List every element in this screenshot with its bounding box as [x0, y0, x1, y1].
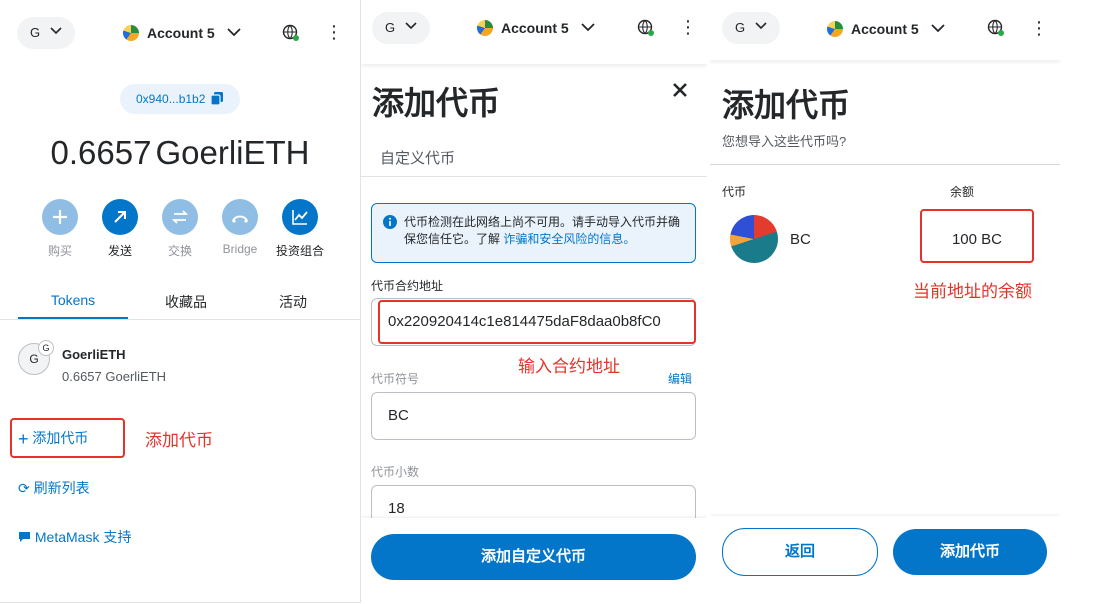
add-token-link[interactable]: + 添加代币	[18, 428, 88, 448]
more-menu-icon[interactable]: ⋮	[1030, 19, 1048, 37]
page-title: 添加代币	[722, 87, 851, 123]
token-decimals-value: 18	[388, 500, 405, 517]
token-name: GoerliETH	[62, 347, 126, 362]
support-link[interactable]: MetaMask 支持	[18, 527, 131, 547]
close-icon[interactable]	[672, 82, 688, 98]
annotation-box	[378, 300, 696, 344]
token-symbol-input[interactable]: BC	[371, 392, 696, 440]
top-bar: G Account 5 ⋮	[361, 0, 707, 64]
chevron-down-icon	[227, 28, 241, 37]
chevron-down-icon	[581, 23, 595, 32]
top-bar: G Account 5 ⋮	[710, 0, 1060, 60]
refresh-label: 刷新列表	[33, 480, 90, 496]
account-avatar	[477, 20, 493, 36]
back-button[interactable]: 返回	[722, 528, 878, 576]
annotation-add-token: 添加代币	[145, 431, 213, 450]
network-picker[interactable]: G	[372, 12, 430, 44]
more-menu-icon[interactable]: ⋮	[679, 18, 697, 36]
top-bar: G Account 5 ⋮	[0, 0, 360, 64]
divider	[710, 164, 1060, 165]
info-icon	[383, 215, 397, 229]
network-picker[interactable]: G	[17, 17, 75, 49]
action-label: 发送	[107, 244, 132, 258]
add-custom-token-button[interactable]: 添加自定义代币	[371, 534, 696, 580]
add-custom-token-panel: G Account 5 ⋮ 添加代币 自定义代币 代币检测在此网络上尚不可用。请…	[361, 0, 707, 604]
info-banner: 代币检测在此网络上尚不可用。请手动导入代币并确保您信任它。了解 诈骗和安全风险的…	[371, 203, 696, 263]
address-copy-button[interactable]: 0x940...b1b2	[120, 84, 240, 114]
chevron-down-icon	[755, 22, 767, 30]
address-label: 代币合约地址	[371, 279, 444, 293]
token-symbol-value: BC	[388, 407, 409, 424]
decimals-label: 代币小数	[371, 465, 420, 479]
account-name: Account 5	[501, 20, 569, 36]
tab-custom-token[interactable]: 自定义代币	[380, 147, 455, 168]
symbol-label: 代币符号	[371, 372, 420, 386]
token-identicon	[730, 215, 778, 263]
account-name: Account 5	[851, 21, 919, 37]
support-label: MetaMask 支持	[34, 529, 132, 545]
tab-activity[interactable]: 活动	[238, 292, 348, 312]
balance-amount: 0.6657	[50, 134, 152, 171]
column-token: 代币	[722, 185, 747, 199]
connected-sites-icon[interactable]	[282, 24, 300, 42]
add-token-button[interactable]: 添加代币	[893, 529, 1047, 575]
page-subtitle: 您想导入这些代币吗?	[722, 134, 847, 149]
plus-icon: +	[18, 429, 29, 449]
account-avatar	[827, 21, 843, 37]
token-amount: 0.6657 GoerliETH	[62, 369, 167, 384]
balance-unit: GoerliETH	[155, 134, 310, 171]
account-name: Account 5	[147, 25, 215, 41]
refresh-list-link[interactable]: ⟳ 刷新列表	[18, 478, 90, 498]
tab-collectibles[interactable]: 收藏品	[131, 292, 241, 312]
account-avatar	[123, 25, 139, 41]
network-initial: G	[30, 25, 41, 40]
network-picker[interactable]: G	[722, 12, 780, 44]
action-label: 购买	[47, 244, 72, 258]
network-badge: G	[38, 340, 54, 356]
wallet-home-panel: G Account 5 ⋮ 0x940...b1b2 0.6657 GoerliE…	[0, 0, 361, 603]
action-label: Bridge	[222, 242, 258, 256]
edit-symbol-link[interactable]: 编辑	[668, 370, 692, 387]
send-arrow-icon	[102, 199, 138, 235]
page-title: 添加代币	[372, 85, 501, 121]
tab-tokens[interactable]: Tokens	[18, 292, 128, 308]
network-initial: G	[385, 20, 396, 35]
column-balance: 余额	[950, 185, 975, 199]
refresh-icon: ⟳	[18, 480, 30, 496]
chevron-down-icon	[405, 22, 417, 30]
info-text: 代币检测在此网络上尚不可用。请手动导入代币并确保您信任它。了解 诈骗和安全风险的…	[404, 214, 688, 248]
token-balance: 100 BC	[951, 231, 1003, 248]
chart-icon	[282, 199, 318, 235]
bridge-icon	[222, 199, 258, 235]
tab-divider	[361, 176, 707, 177]
add-token-label: 添加代币	[32, 430, 89, 446]
address-text: 0x940...b1b2	[136, 92, 206, 106]
network-initial: G	[735, 20, 746, 35]
connected-sites-icon[interactable]	[637, 19, 655, 37]
balance-display: 0.6657 GoerliETH	[0, 134, 360, 172]
more-menu-icon[interactable]: ⋮	[325, 23, 343, 41]
chat-icon	[19, 532, 30, 542]
annotation-address: 输入合约地址	[518, 357, 620, 376]
connected-sites-icon[interactable]	[987, 19, 1005, 37]
copy-icon	[211, 92, 223, 105]
action-label: 投资组合	[275, 244, 324, 258]
chevron-down-icon	[50, 27, 62, 35]
plus-icon	[42, 199, 78, 235]
action-label: 交换	[167, 244, 192, 258]
swap-icon	[162, 199, 198, 235]
confirm-import-panel: G Account 5 ⋮ 添加代币 您想导入这些代币吗? 代币 余额 BC 1…	[710, 0, 1060, 604]
token-name: BC	[790, 231, 811, 248]
security-risks-link[interactable]: 诈骗和安全风险的信息。	[503, 232, 635, 246]
chevron-down-icon	[931, 24, 945, 33]
annotation-balance: 当前地址的余额	[913, 282, 1032, 301]
tab-divider	[0, 319, 360, 320]
